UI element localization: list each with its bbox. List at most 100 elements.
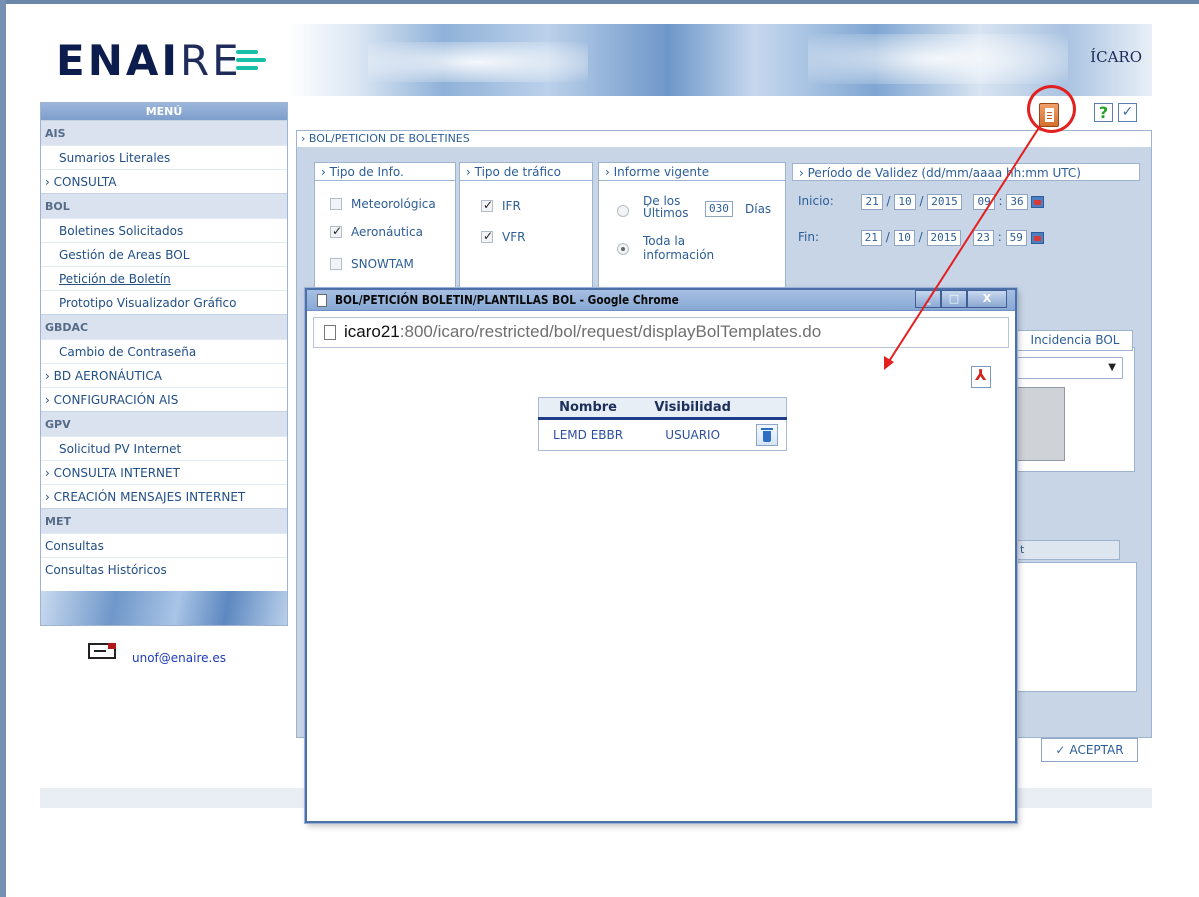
checkbox-meteorologica[interactable]: [330, 197, 342, 210]
expand-arrow-icon: ›: [45, 466, 54, 480]
menu-item-cambio-contrasena[interactable]: Cambio de Contraseña: [41, 339, 287, 363]
menu-footer-banner: [41, 591, 287, 625]
window-left-border: [0, 0, 6, 897]
template-visibility-cell: USUARIO: [637, 418, 749, 451]
contact-email-link[interactable]: unof@enaire.es: [132, 651, 226, 665]
expand-arrow-icon: ›: [45, 175, 54, 189]
inicio-calendar-icon[interactable]: [1031, 195, 1045, 208]
page-icon: [324, 325, 336, 340]
partial-tab[interactable]: t: [1017, 540, 1120, 560]
menu-item-creacion-mensajes[interactable]: › CREACIÓN MENSAJES INTERNET: [41, 484, 287, 508]
menu-item-boletines-solicitados[interactable]: Boletines Solicitados: [41, 218, 287, 242]
fieldset-legend: › Informe vigente: [599, 163, 785, 181]
menu-section-ais: AIS: [41, 120, 287, 145]
icaro-logo: ÍCARO: [1090, 48, 1142, 66]
logo-text-strong: ENAI: [56, 36, 180, 85]
expand-arrow-icon: ›: [301, 132, 309, 145]
option-vfr[interactable]: VFR: [481, 229, 525, 244]
trash-icon[interactable]: [756, 424, 779, 446]
menu-item-peticion-boletin[interactable]: Petición de Boletín: [41, 266, 287, 290]
incidencia-bol-tab[interactable]: Incidencia BOL: [1017, 330, 1133, 351]
maximize-button[interactable]: □: [941, 290, 967, 308]
fin-day-input[interactable]: 21: [860, 230, 882, 246]
menu-item-configuracion-ais[interactable]: › CONFIGURACIÓN AIS: [41, 387, 287, 411]
fin-minute-input[interactable]: 59: [1005, 230, 1027, 246]
column-header-visibilidad[interactable]: Visibilidad: [637, 397, 749, 420]
menu-item-consultas-historicos[interactable]: Consultas Históricos: [41, 557, 287, 581]
validate-button[interactable]: ✓: [1118, 103, 1137, 122]
toda-label: Toda la información: [643, 234, 714, 262]
menu-item-consulta[interactable]: › CONSULTA: [41, 169, 287, 193]
fieldset-legend: › Tipo de tráfico: [460, 163, 592, 181]
mail-icon[interactable]: [88, 643, 116, 659]
option-aeronautica[interactable]: Aeronáutica: [330, 224, 423, 239]
option-label: SNOWTAM: [351, 257, 414, 271]
inicio-day-input[interactable]: 21: [861, 194, 883, 210]
logo-bars-icon: [236, 50, 268, 72]
fieldset-tipo-trafico: › Tipo de tráfico: [459, 162, 593, 288]
option-label: Meteorológica: [351, 197, 436, 211]
fin-calendar-icon[interactable]: [1030, 231, 1044, 244]
inicio-year-input[interactable]: 2015: [927, 194, 962, 210]
checkbox-aeronautica[interactable]: [330, 224, 342, 238]
fin-month-input[interactable]: 10: [893, 230, 915, 246]
menu-item-bd-aeronautica[interactable]: › BD AERONÁUTICA: [41, 363, 287, 387]
checkbox-ifr[interactable]: [481, 198, 493, 212]
expand-arrow-icon: ›: [45, 369, 54, 383]
toda-label-line2: información: [643, 248, 715, 262]
popup-titlebar[interactable]: BOL/PETICIÓN BOLETIN/PLANTILLAS BOL - Go…: [307, 290, 1015, 311]
fin-row: Fin: 21 / 10 / 2015 23 : 59: [798, 230, 1044, 246]
delete-cell: [748, 418, 787, 451]
menu-section-gpv: GPV: [41, 411, 287, 436]
fin-hour-input[interactable]: 23: [972, 230, 994, 246]
logo-text-thin: RE: [179, 36, 242, 85]
close-button[interactable]: X: [967, 290, 1007, 308]
menu-item-sumarios-literales[interactable]: Sumarios Literales: [41, 145, 287, 169]
menu-item-gestion-areas-bol[interactable]: Gestión de Areas BOL: [41, 242, 287, 266]
window-top-border: [0, 0, 1199, 4]
menu-section-gbdac: GBDAC: [41, 314, 287, 339]
template-name-cell[interactable]: LEMD EBBR: [538, 418, 638, 451]
option-label: IFR: [502, 199, 521, 213]
inicio-month-input[interactable]: 10: [894, 194, 916, 210]
pdf-export-icon[interactable]: [971, 366, 991, 388]
page-icon: [317, 294, 327, 307]
ultimos-unit: Días: [745, 202, 772, 216]
option-ifr[interactable]: IFR: [481, 198, 521, 213]
menu-item-label: CONFIGURACIÓN AIS: [53, 393, 179, 407]
inicio-hour-input[interactable]: 09: [973, 194, 995, 210]
accept-button[interactable]: ✓ ACEPTAR: [1041, 738, 1138, 762]
url-path: :800/icaro/restricted/bol/request/displa…: [399, 322, 822, 341]
popup-title: BOL/PETICIÓN BOLETIN/PLANTILLAS BOL - Go…: [335, 293, 679, 307]
column-header-actions: [748, 397, 787, 420]
menu-item-consultas[interactable]: Consultas: [41, 533, 287, 557]
legend-text: Tipo de tráfico: [474, 165, 561, 179]
radio-toda-informacion[interactable]: [617, 243, 629, 255]
option-meteorologica[interactable]: Meteorológica: [330, 197, 436, 211]
menu-item-solicitud-pv[interactable]: Solicitud PV Internet: [41, 436, 287, 460]
fieldset-periodo-validez: › Período de Validez (dd/mm/aaaa hh:mm U…: [792, 163, 1140, 263]
option-snowtam[interactable]: SNOWTAM: [330, 257, 414, 271]
ultimos-days-input[interactable]: 030: [705, 201, 733, 217]
checkbox-vfr[interactable]: [481, 229, 493, 243]
table-row: LEMD EBBR USUARIO: [538, 418, 787, 451]
menu-item-consulta-internet[interactable]: › CONSULTA INTERNET: [41, 460, 287, 484]
url-host: icaro21: [344, 322, 400, 341]
fieldset-informe-vigente: › Informe vigente: [598, 162, 786, 288]
column-header-nombre[interactable]: Nombre: [538, 397, 638, 420]
radio-ultimos[interactable]: [617, 205, 629, 217]
fin-year-input[interactable]: 2015: [926, 230, 962, 246]
menu-item-prototipo-visualizador[interactable]: Prototipo Visualizador Gráfico: [41, 290, 287, 314]
inicio-minute-input[interactable]: 36: [1006, 194, 1028, 210]
help-button[interactable]: ?: [1094, 103, 1113, 122]
templates-table: Nombre Visibilidad LEMD EBBR USUARIO: [538, 397, 787, 451]
checkbox-snowtam[interactable]: [330, 257, 342, 270]
enaire-logo: ENAIRE: [56, 36, 242, 85]
annotation-circle: [1027, 85, 1076, 133]
minimize-button[interactable]: _: [915, 290, 941, 308]
window-controls: _ □ X: [915, 290, 1007, 308]
check-icon: ✓: [1055, 743, 1066, 757]
incidencia-select[interactable]: ▼: [1017, 357, 1123, 379]
address-bar[interactable]: icaro21:800/icaro/restricted/bol/request…: [313, 317, 1009, 348]
url-text: icaro21:800/icaro/restricted/bol/request…: [344, 322, 821, 342]
